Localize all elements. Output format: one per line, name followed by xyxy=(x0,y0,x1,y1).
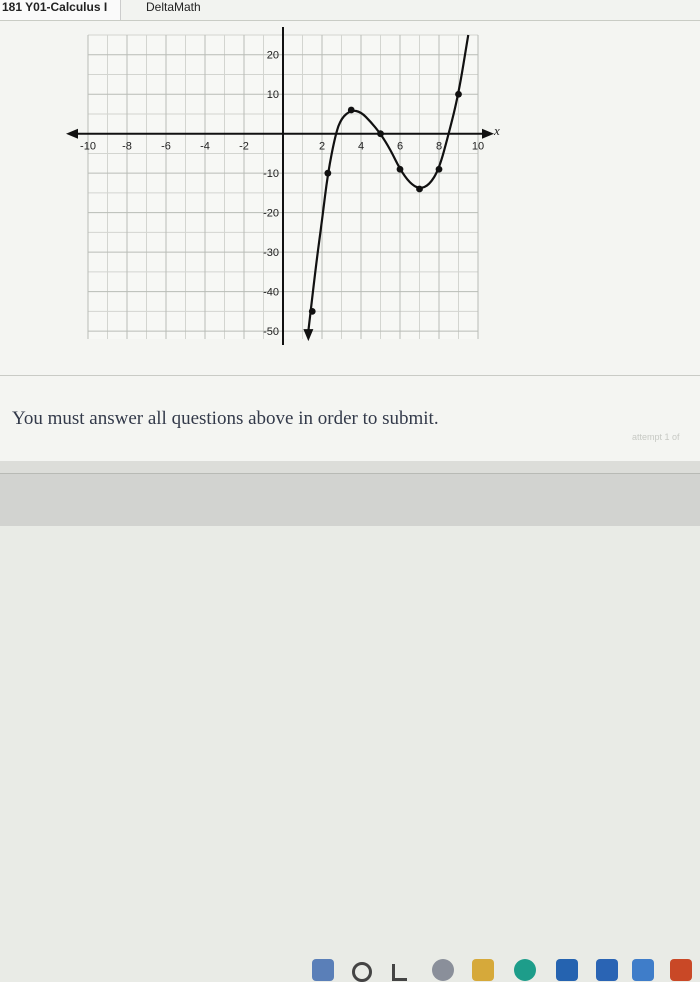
x-tick-label: 2 xyxy=(319,141,325,153)
folder-icon[interactable] xyxy=(472,959,494,981)
function-graph: -10 -8 -6 -4 -2 2 4 6 8 10 20 10 -10 -20 -30 -40 -50 x xyxy=(66,27,500,345)
x-tick-label: -8 xyxy=(122,141,132,153)
y-tick-label: -10 xyxy=(263,168,279,180)
x-tick-label: 8 xyxy=(436,141,442,153)
data-point xyxy=(416,185,423,193)
data-point xyxy=(347,106,355,114)
file-explorer-icon[interactable] xyxy=(432,959,454,981)
x-tick-label: 6 xyxy=(397,141,403,153)
x-tick-label: -10 xyxy=(80,141,96,153)
y-tick-label: -40 xyxy=(263,287,279,299)
task-view-icon[interactable] xyxy=(392,964,407,981)
x-tick-label: 4 xyxy=(358,141,364,153)
x-tick-label: -6 xyxy=(161,141,171,153)
tab-calculus[interactable]: 181 Y01-Calculus I xyxy=(0,0,121,20)
tab-deltamath[interactable]: DeltaMath xyxy=(146,0,201,20)
outlook-icon[interactable] xyxy=(632,959,654,981)
y-tick-label: -50 xyxy=(263,326,279,338)
data-point xyxy=(377,130,384,138)
attempt-counter: attempt 1 of xyxy=(632,432,680,442)
data-point xyxy=(455,90,462,98)
x-tick-label: 10 xyxy=(472,141,484,153)
browser-tab-bar: 181 Y01-Calculus I DeltaMath xyxy=(0,0,700,21)
office-icon[interactable] xyxy=(670,959,692,981)
windows-start-icon[interactable] xyxy=(312,959,334,981)
store-icon[interactable] xyxy=(556,959,578,981)
y-tick-label: -30 xyxy=(263,247,279,259)
search-icon[interactable] xyxy=(352,962,372,982)
data-point xyxy=(324,169,332,177)
y-tick-label: -20 xyxy=(263,208,279,220)
footer-band xyxy=(0,461,700,473)
word-icon[interactable] xyxy=(596,959,618,981)
y-tick-label: 10 xyxy=(267,89,279,101)
x-axis-right-arrow xyxy=(482,128,494,139)
x-axis-left-arrow xyxy=(66,128,78,139)
section-divider xyxy=(0,375,700,376)
edge-browser-icon[interactable] xyxy=(514,959,536,981)
data-point xyxy=(396,165,404,173)
x-tick-label: -2 xyxy=(239,141,249,153)
data-point xyxy=(308,307,316,315)
taskbar xyxy=(0,473,700,982)
y-tick-label: 20 xyxy=(267,50,279,62)
submit-message: You must answer all questions above in o… xyxy=(12,408,439,429)
x-tick-label: -4 xyxy=(200,141,210,153)
x-axis-label: x xyxy=(493,123,500,138)
data-point xyxy=(435,165,443,173)
